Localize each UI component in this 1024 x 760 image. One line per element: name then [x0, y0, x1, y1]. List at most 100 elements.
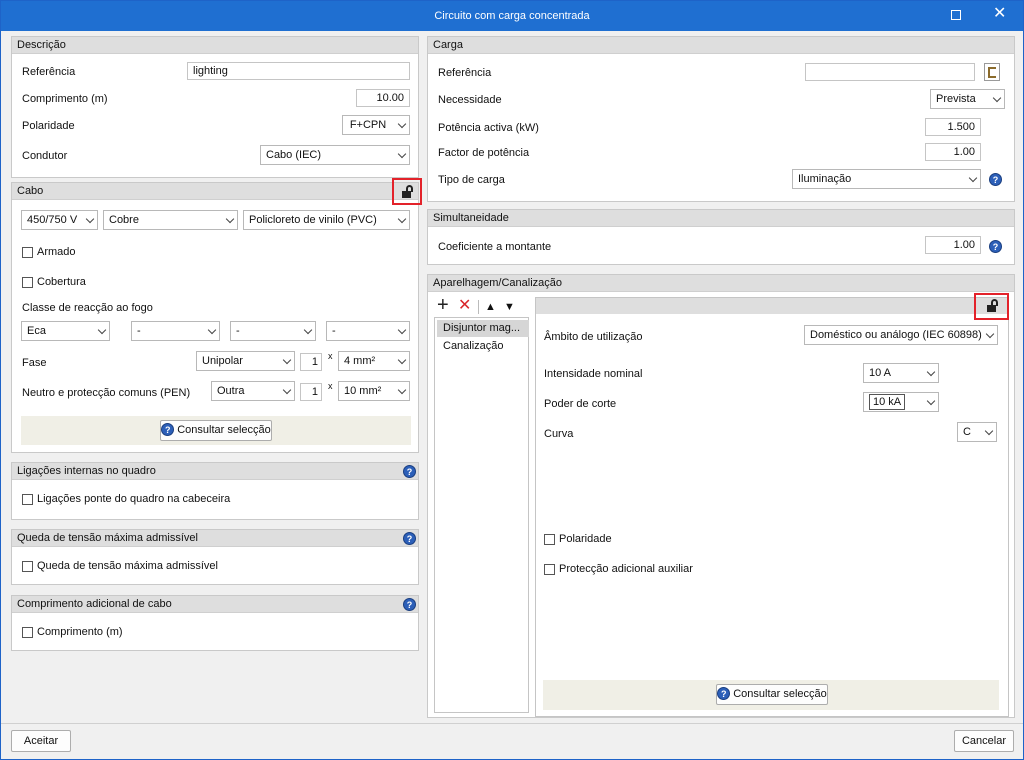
help-icon[interactable]: ?: [403, 532, 416, 545]
classe-select-1[interactable]: Eca: [21, 321, 110, 341]
coeficiente-input[interactable]: 1.00: [925, 236, 981, 254]
ambito-label: Âmbito de utilização: [544, 331, 643, 343]
condutor-select[interactable]: Cabo (IEC): [260, 145, 410, 165]
unlock-icon[interactable]: [401, 185, 414, 198]
classe-select-2[interactable]: -: [131, 321, 220, 341]
comprimento-adicional-checkbox[interactable]: Comprimento (m): [22, 626, 123, 639]
classe-value-1: Eca: [27, 325, 46, 337]
referencia-input[interactable]: lighting: [187, 62, 410, 80]
isolamento-select[interactable]: Policloreto de vinilo (PVC): [243, 210, 410, 230]
classe-select-3[interactable]: -: [230, 321, 316, 341]
chevron-down-icon: [926, 367, 936, 377]
fase-secao-select[interactable]: 4 mm²: [338, 351, 410, 371]
factor-input[interactable]: 1.00: [925, 143, 981, 161]
unlock-icon[interactable]: [986, 299, 999, 312]
ligacoes-checkbox[interactable]: Ligações ponte do quadro na cabeceira: [22, 493, 230, 506]
aceitar-button[interactable]: Aceitar: [11, 730, 71, 752]
cancelar-button[interactable]: Cancelar: [954, 730, 1014, 752]
descricao-panel: Descrição Referência lighting Compriment…: [11, 36, 419, 178]
pen-secao-value: 10 mm²: [344, 385, 382, 397]
list-item[interactable]: Canalização: [437, 338, 529, 355]
polaridade-checkbox[interactable]: Polaridade: [544, 533, 612, 546]
delete-icon[interactable]: ✕: [458, 297, 471, 315]
chevron-down-icon: [97, 325, 107, 335]
pen-qtd-input[interactable]: 1: [300, 383, 322, 401]
chevron-down-icon: [282, 355, 292, 365]
tipo-carga-label: Tipo de carga: [438, 174, 505, 186]
clipboard-icon[interactable]: [984, 63, 1000, 81]
classe-select-4[interactable]: -: [326, 321, 410, 341]
move-up-icon[interactable]: ▲: [485, 300, 496, 314]
chevron-down-icon: [397, 325, 407, 335]
condutor-value: Cabo (IEC): [266, 149, 322, 161]
classe-value-2: -: [137, 325, 141, 337]
proteccao-checkbox[interactable]: Protecção adicional auxiliar: [544, 563, 693, 576]
cabo-action-bar: ? Consultar selecção: [21, 416, 411, 445]
coeficiente-label: Coeficiente a montante: [438, 241, 552, 253]
referencia-label: Referência: [22, 66, 76, 78]
help-icon: ?: [161, 422, 175, 436]
curva-select[interactable]: C: [957, 422, 997, 442]
chevron-down-icon: [968, 173, 978, 183]
factor-label: Factor de potência: [438, 147, 530, 159]
intensidade-select[interactable]: 10 A: [863, 363, 939, 383]
chevron-down-icon: [992, 93, 1002, 103]
pen-tipo-value: Outra: [217, 385, 245, 397]
classe-label: Classe de reacção ao fogo: [22, 302, 153, 314]
help-icon[interactable]: ?: [403, 465, 416, 478]
fase-label: Fase: [22, 357, 47, 369]
tipo-carga-select[interactable]: Iluminação: [792, 169, 981, 189]
queda-checkbox[interactable]: Queda de tensão máxima admissível: [22, 560, 218, 573]
add-icon[interactable]: +: [437, 295, 449, 315]
pen-label: Neutro e protecção comuns (PEN): [22, 387, 191, 399]
fase-tipo-select[interactable]: Unipolar: [196, 351, 295, 371]
intensidade-value: 10 A: [869, 367, 892, 379]
necessidade-select[interactable]: Prevista: [930, 89, 1005, 109]
maximize-icon[interactable]: [951, 10, 961, 20]
polaridade-select[interactable]: F+CPN: [342, 115, 410, 135]
cobertura-checkbox[interactable]: Cobertura: [22, 276, 86, 289]
dialog-window: Circuito com carga concentrada ✕ Descriç…: [0, 0, 1024, 760]
fase-qtd-input[interactable]: 1: [300, 353, 322, 371]
ambito-select[interactable]: Doméstico ou análogo (IEC 60898): [804, 325, 998, 345]
cabo-consultar-button[interactable]: ? Consultar selecção: [160, 420, 272, 441]
help-icon: ?: [717, 686, 731, 700]
ligacoes-header: Ligações internas no quadro: [12, 463, 418, 480]
close-icon[interactable]: ✕: [993, 6, 1006, 22]
chevron-down-icon: [303, 325, 313, 335]
pen-times-label: x: [328, 381, 333, 391]
move-down-icon[interactable]: ▼: [504, 300, 515, 314]
chevron-down-icon: [985, 329, 995, 339]
checkbox-icon: [544, 564, 555, 575]
necessidade-value: Prevista: [936, 93, 976, 105]
carga-referencia-input[interactable]: [805, 63, 975, 81]
aparelhagem-action-bar: ? Consultar selecção: [543, 680, 999, 710]
poder-corte-select[interactable]: 10 kA: [863, 392, 939, 412]
title-bar: Circuito com carga concentrada ✕: [1, 1, 1023, 31]
pen-secao-select[interactable]: 10 mm²: [338, 381, 410, 401]
proteccao-check-label: Protecção adicional auxiliar: [559, 563, 693, 575]
chevron-down-icon: [397, 214, 407, 224]
pen-tipo-select[interactable]: Outra: [211, 381, 295, 401]
ambito-value: Doméstico ou análogo (IEC 60898): [810, 329, 982, 341]
aparelhagem-header: Aparelhagem/Canalização: [428, 275, 1014, 292]
descricao-header: Descrição: [12, 37, 418, 54]
potencia-input[interactable]: 1.500: [925, 118, 981, 136]
isolamento-value: Policloreto de vinilo (PVC): [249, 214, 377, 226]
help-icon[interactable]: ?: [989, 173, 1002, 186]
help-icon[interactable]: ?: [989, 240, 1002, 253]
polaridade-check-label: Polaridade: [559, 533, 612, 545]
armado-checkbox[interactable]: Armado: [22, 246, 76, 259]
list-item[interactable]: Disjuntor mag...: [437, 320, 529, 337]
material-select[interactable]: Cobre: [103, 210, 238, 230]
comprimento-input[interactable]: 10.00: [356, 89, 410, 107]
tensao-value: 450/750 V: [27, 214, 78, 226]
checkbox-icon: [544, 534, 555, 545]
cabo-panel: Cabo 450/750 V Cobre Policloreto de vini…: [11, 178, 422, 453]
queda-check-label: Queda de tensão máxima admissível: [37, 560, 218, 572]
aparelhagem-consultar-button[interactable]: ? Consultar selecção: [716, 684, 828, 705]
ligacoes-check-label: Ligações ponte do quadro na cabeceira: [37, 493, 231, 505]
tensao-select[interactable]: 450/750 V: [21, 210, 98, 230]
comprimento-label: Comprimento (m): [22, 93, 108, 105]
help-icon[interactable]: ?: [403, 598, 416, 611]
